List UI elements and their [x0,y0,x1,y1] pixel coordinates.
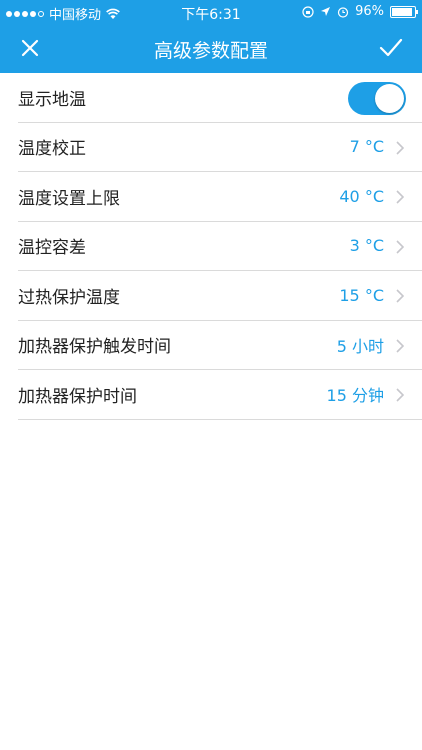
setting-overheat-protect-temp[interactable]: 过热保护温度 15 °C [18,271,422,321]
navbar: 高级参数配置 [0,24,422,73]
setting-label: 加热器保护触发时间 [18,337,171,358]
setting-value: 40 °C [339,186,384,206]
location-icon [321,7,331,16]
setting-value: 5 小时 [336,336,384,356]
show-floor-temp-toggle[interactable] [348,82,406,115]
battery-percent: 96% [355,4,384,19]
chevron-right-icon [396,289,404,303]
setting-label: 过热保护温度 [18,287,120,308]
setting-heater-protect-time[interactable]: 加热器保护时间 15 分钟 [18,370,422,420]
battery-icon [390,5,418,18]
setting-label: 显示地温 [18,89,86,110]
page-title: 高级参数配置 [153,40,268,62]
setting-value: 3 °C [349,236,384,256]
chevron-right-icon [396,190,404,204]
rotation-lock-icon [302,5,314,18]
setting-temp-upper-limit[interactable]: 温度设置上限 40 °C [18,172,422,222]
setting-heater-trigger-time[interactable]: 加热器保护触发时间 5 小时 [18,321,422,370]
setting-label: 温度校正 [18,139,86,160]
chevron-right-icon [396,140,404,155]
close-icon[interactable] [18,36,42,60]
alarm-icon [337,6,349,18]
setting-label: 温度设置上限 [18,188,120,209]
toggle-knob [375,84,404,113]
setting-temp-calibration[interactable]: 温度校正 7 °C [18,123,422,172]
setting-value: 15 °C [339,285,384,305]
setting-show-floor-temp: 显示地温 [18,73,422,123]
setting-temp-tolerance[interactable]: 温控容差 3 °C [18,222,422,271]
settings-list: 显示地温 温度校正 7 °C 温度设置上限 40 °C 温控容差 3 °C 过热… [0,73,422,420]
setting-value: 15 分钟 [326,386,384,406]
status-right: 96% [302,4,418,19]
chevron-right-icon [396,239,404,254]
setting-label: 加热器保护时间 [18,386,137,407]
header: 中国移动 下午6:31 96% 高级参数配置 [0,0,422,73]
setting-value: 7 °C [349,137,384,157]
status-bar: 中国移动 下午6:31 96% [0,0,422,24]
chevron-right-icon [396,388,404,402]
chevron-right-icon [396,338,404,353]
check-icon[interactable] [378,36,404,60]
setting-label: 温控容差 [18,238,86,259]
